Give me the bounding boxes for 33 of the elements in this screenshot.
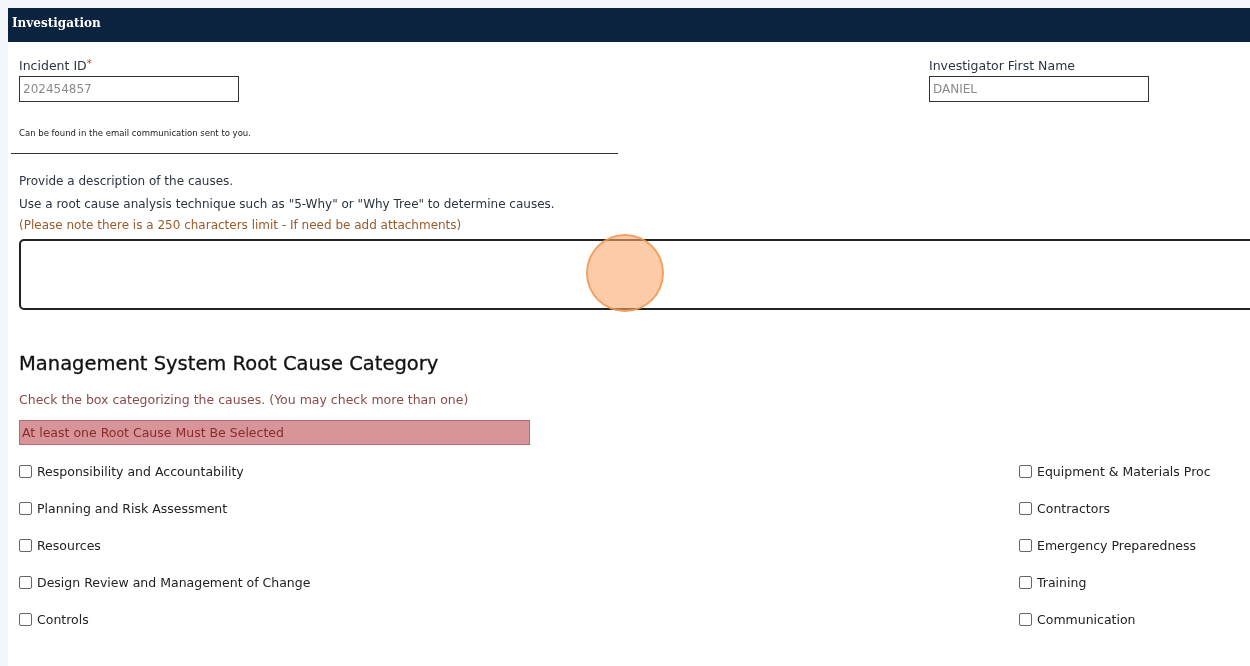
checkbox-label: Controls [37, 611, 89, 627]
instruction-text: Use a root cause analysis technique such as "5-Why" or "Why Tree" to determine causes. [19, 196, 556, 213]
checkbox[interactable] [19, 464, 32, 478]
section-header: Investigation [8, 8, 1250, 42]
instruction-text: Check the box categorizing the causes. (You may check more than one) [19, 392, 470, 407]
checkbox[interactable] [1019, 575, 1032, 589]
checkbox[interactable] [1019, 612, 1032, 626]
checkbox[interactable] [1019, 464, 1032, 478]
checkbox-label: Contractors [1037, 500, 1111, 516]
checkbox-label: Responsibility and Accountability [37, 463, 244, 479]
incident-id-field[interactable]: 202454857 [19, 76, 239, 102]
checkbox[interactable] [19, 575, 32, 589]
section-heading: Management System Root Cause Category [19, 352, 440, 375]
checkbox-label: Equipment & Materials Proc [1037, 463, 1211, 479]
error-message: At least one Root Cause Must Be Selected [19, 420, 530, 445]
checkbox-label: Communication [1037, 611, 1136, 627]
checkbox-label: Training [1037, 574, 1087, 590]
help-text: Can be found in the email communication sent to you. [19, 128, 252, 138]
checkbox[interactable] [19, 501, 32, 515]
checkbox[interactable] [19, 538, 32, 552]
checkbox-label: Planning and Risk Assessment [37, 500, 228, 516]
instruction-text: Provide a description of the causes. [19, 173, 235, 190]
note-text: (Please note there is a 250 characters limit - If need be add attachments) [19, 217, 463, 234]
checkbox-label: Resources [37, 537, 101, 553]
checkbox[interactable] [19, 612, 32, 626]
checkbox-label: Design Review and Management of Change [37, 574, 311, 590]
checkbox[interactable] [1019, 538, 1032, 552]
description-field[interactable] [19, 239, 1250, 310]
field-label: Investigator First Name [929, 58, 1076, 73]
first-name-field[interactable]: DANIEL [929, 76, 1149, 102]
field-label: Incident ID* [19, 58, 93, 73]
checkbox-label: Emergency Preparedness [1037, 537, 1197, 553]
checkbox[interactable] [1019, 501, 1032, 515]
